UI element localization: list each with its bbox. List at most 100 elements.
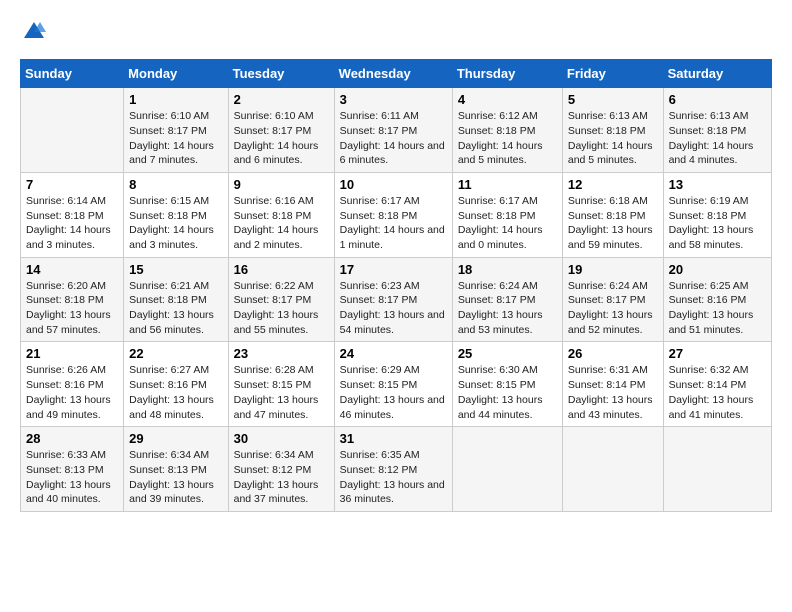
- day-number: 3: [340, 92, 447, 107]
- day-cell: 19 Sunrise: 6:24 AMSunset: 8:17 PMDaylig…: [562, 257, 663, 342]
- day-cell: 2 Sunrise: 6:10 AMSunset: 8:17 PMDayligh…: [228, 88, 334, 173]
- day-cell: 26 Sunrise: 6:31 AMSunset: 8:14 PMDaylig…: [562, 342, 663, 427]
- day-info: Sunrise: 6:17 AMSunset: 8:18 PMDaylight:…: [340, 194, 447, 253]
- day-number: 27: [669, 346, 766, 361]
- day-number: 28: [26, 431, 118, 446]
- day-cell: 11 Sunrise: 6:17 AMSunset: 8:18 PMDaylig…: [452, 172, 562, 257]
- day-cell: 25 Sunrise: 6:30 AMSunset: 8:15 PMDaylig…: [452, 342, 562, 427]
- day-number: 17: [340, 262, 447, 277]
- day-info: Sunrise: 6:13 AMSunset: 8:18 PMDaylight:…: [568, 109, 658, 168]
- week-row-2: 7 Sunrise: 6:14 AMSunset: 8:18 PMDayligh…: [21, 172, 772, 257]
- day-info: Sunrise: 6:34 AMSunset: 8:12 PMDaylight:…: [234, 448, 329, 507]
- day-cell: 24 Sunrise: 6:29 AMSunset: 8:15 PMDaylig…: [334, 342, 452, 427]
- day-info: Sunrise: 6:17 AMSunset: 8:18 PMDaylight:…: [458, 194, 557, 253]
- day-info: Sunrise: 6:11 AMSunset: 8:17 PMDaylight:…: [340, 109, 447, 168]
- day-info: Sunrise: 6:29 AMSunset: 8:15 PMDaylight:…: [340, 363, 447, 422]
- day-cell: 16 Sunrise: 6:22 AMSunset: 8:17 PMDaylig…: [228, 257, 334, 342]
- day-info: Sunrise: 6:14 AMSunset: 8:18 PMDaylight:…: [26, 194, 118, 253]
- day-number: 15: [129, 262, 222, 277]
- day-cell: [452, 427, 562, 512]
- day-info: Sunrise: 6:13 AMSunset: 8:18 PMDaylight:…: [669, 109, 766, 168]
- day-number: 2: [234, 92, 329, 107]
- page-header: [20, 20, 772, 49]
- week-row-1: 1 Sunrise: 6:10 AMSunset: 8:17 PMDayligh…: [21, 88, 772, 173]
- day-number: 20: [669, 262, 766, 277]
- day-info: Sunrise: 6:26 AMSunset: 8:16 PMDaylight:…: [26, 363, 118, 422]
- day-number: 19: [568, 262, 658, 277]
- day-info: Sunrise: 6:25 AMSunset: 8:16 PMDaylight:…: [669, 279, 766, 338]
- day-cell: 17 Sunrise: 6:23 AMSunset: 8:17 PMDaylig…: [334, 257, 452, 342]
- day-cell: 22 Sunrise: 6:27 AMSunset: 8:16 PMDaylig…: [124, 342, 228, 427]
- day-number: 16: [234, 262, 329, 277]
- day-cell: 10 Sunrise: 6:17 AMSunset: 8:18 PMDaylig…: [334, 172, 452, 257]
- day-info: Sunrise: 6:33 AMSunset: 8:13 PMDaylight:…: [26, 448, 118, 507]
- day-number: 9: [234, 177, 329, 192]
- day-info: Sunrise: 6:18 AMSunset: 8:18 PMDaylight:…: [568, 194, 658, 253]
- calendar-body: 1 Sunrise: 6:10 AMSunset: 8:17 PMDayligh…: [21, 88, 772, 512]
- day-cell: 20 Sunrise: 6:25 AMSunset: 8:16 PMDaylig…: [663, 257, 771, 342]
- day-cell: 12 Sunrise: 6:18 AMSunset: 8:18 PMDaylig…: [562, 172, 663, 257]
- day-number: 5: [568, 92, 658, 107]
- day-cell: 4 Sunrise: 6:12 AMSunset: 8:18 PMDayligh…: [452, 88, 562, 173]
- day-info: Sunrise: 6:23 AMSunset: 8:17 PMDaylight:…: [340, 279, 447, 338]
- day-info: Sunrise: 6:24 AMSunset: 8:17 PMDaylight:…: [458, 279, 557, 338]
- day-number: 21: [26, 346, 118, 361]
- logo-icon: [22, 20, 46, 44]
- day-cell: 27 Sunrise: 6:32 AMSunset: 8:14 PMDaylig…: [663, 342, 771, 427]
- header-cell-tuesday: Tuesday: [228, 60, 334, 88]
- day-number: 8: [129, 177, 222, 192]
- day-info: Sunrise: 6:27 AMSunset: 8:16 PMDaylight:…: [129, 363, 222, 422]
- day-cell: 5 Sunrise: 6:13 AMSunset: 8:18 PMDayligh…: [562, 88, 663, 173]
- day-info: Sunrise: 6:30 AMSunset: 8:15 PMDaylight:…: [458, 363, 557, 422]
- day-cell: 31 Sunrise: 6:35 AMSunset: 8:12 PMDaylig…: [334, 427, 452, 512]
- day-info: Sunrise: 6:31 AMSunset: 8:14 PMDaylight:…: [568, 363, 658, 422]
- day-info: Sunrise: 6:28 AMSunset: 8:15 PMDaylight:…: [234, 363, 329, 422]
- day-cell: 29 Sunrise: 6:34 AMSunset: 8:13 PMDaylig…: [124, 427, 228, 512]
- day-cell: 13 Sunrise: 6:19 AMSunset: 8:18 PMDaylig…: [663, 172, 771, 257]
- day-cell: 15 Sunrise: 6:21 AMSunset: 8:18 PMDaylig…: [124, 257, 228, 342]
- week-row-3: 14 Sunrise: 6:20 AMSunset: 8:18 PMDaylig…: [21, 257, 772, 342]
- day-number: 26: [568, 346, 658, 361]
- day-cell: 28 Sunrise: 6:33 AMSunset: 8:13 PMDaylig…: [21, 427, 124, 512]
- day-info: Sunrise: 6:35 AMSunset: 8:12 PMDaylight:…: [340, 448, 447, 507]
- week-row-5: 28 Sunrise: 6:33 AMSunset: 8:13 PMDaylig…: [21, 427, 772, 512]
- day-cell: [21, 88, 124, 173]
- day-info: Sunrise: 6:19 AMSunset: 8:18 PMDaylight:…: [669, 194, 766, 253]
- day-cell: 21 Sunrise: 6:26 AMSunset: 8:16 PMDaylig…: [21, 342, 124, 427]
- logo: [20, 20, 46, 49]
- header-cell-friday: Friday: [562, 60, 663, 88]
- day-number: 11: [458, 177, 557, 192]
- day-cell: 8 Sunrise: 6:15 AMSunset: 8:18 PMDayligh…: [124, 172, 228, 257]
- calendar-header: SundayMondayTuesdayWednesdayThursdayFrid…: [21, 60, 772, 88]
- header-cell-saturday: Saturday: [663, 60, 771, 88]
- day-info: Sunrise: 6:22 AMSunset: 8:17 PMDaylight:…: [234, 279, 329, 338]
- day-cell: 6 Sunrise: 6:13 AMSunset: 8:18 PMDayligh…: [663, 88, 771, 173]
- day-number: 10: [340, 177, 447, 192]
- day-number: 29: [129, 431, 222, 446]
- day-number: 4: [458, 92, 557, 107]
- day-cell: 14 Sunrise: 6:20 AMSunset: 8:18 PMDaylig…: [21, 257, 124, 342]
- day-number: 24: [340, 346, 447, 361]
- day-info: Sunrise: 6:16 AMSunset: 8:18 PMDaylight:…: [234, 194, 329, 253]
- header-cell-monday: Monday: [124, 60, 228, 88]
- day-cell: [562, 427, 663, 512]
- day-number: 18: [458, 262, 557, 277]
- day-number: 30: [234, 431, 329, 446]
- day-cell: 7 Sunrise: 6:14 AMSunset: 8:18 PMDayligh…: [21, 172, 124, 257]
- header-cell-wednesday: Wednesday: [334, 60, 452, 88]
- day-info: Sunrise: 6:20 AMSunset: 8:18 PMDaylight:…: [26, 279, 118, 338]
- day-cell: 18 Sunrise: 6:24 AMSunset: 8:17 PMDaylig…: [452, 257, 562, 342]
- day-info: Sunrise: 6:24 AMSunset: 8:17 PMDaylight:…: [568, 279, 658, 338]
- day-number: 7: [26, 177, 118, 192]
- day-info: Sunrise: 6:15 AMSunset: 8:18 PMDaylight:…: [129, 194, 222, 253]
- day-info: Sunrise: 6:10 AMSunset: 8:17 PMDaylight:…: [234, 109, 329, 168]
- header-cell-thursday: Thursday: [452, 60, 562, 88]
- week-row-4: 21 Sunrise: 6:26 AMSunset: 8:16 PMDaylig…: [21, 342, 772, 427]
- day-cell: 1 Sunrise: 6:10 AMSunset: 8:17 PMDayligh…: [124, 88, 228, 173]
- day-number: 1: [129, 92, 222, 107]
- day-number: 6: [669, 92, 766, 107]
- day-info: Sunrise: 6:12 AMSunset: 8:18 PMDaylight:…: [458, 109, 557, 168]
- day-number: 22: [129, 346, 222, 361]
- calendar-table: SundayMondayTuesdayWednesdayThursdayFrid…: [20, 59, 772, 512]
- day-number: 12: [568, 177, 658, 192]
